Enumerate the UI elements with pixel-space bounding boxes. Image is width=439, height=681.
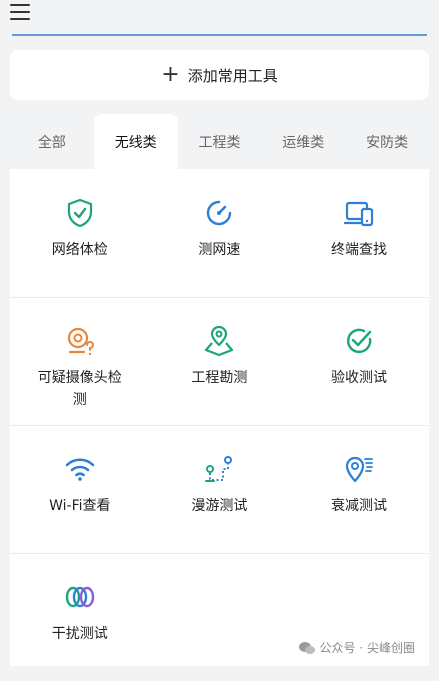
add-common-tool-button[interactable]: + 添加常用工具 (10, 50, 429, 100)
tab-security[interactable]: 安防类 (345, 114, 429, 169)
tool-device-finder[interactable]: 终端查找 (289, 169, 429, 297)
wifi-icon (65, 458, 95, 481)
menu-icon[interactable] (10, 4, 30, 20)
category-tabs: 全部 无线类 工程类 运维类 安防类 (10, 114, 429, 169)
wechat-icon (298, 641, 315, 654)
tool-interference-test[interactable]: 干扰测试 (10, 553, 150, 681)
tools-panel: 网络体检 测网速 终端查找 可疑摄像头检测 工程勘测 验收测试 Wi-Fi查看 … (10, 169, 429, 666)
tool-label: 衰减测试 (330, 498, 387, 514)
tool-row: Wi-Fi查看 漫游测试 衰减测试 (10, 425, 429, 554)
tool-label: 测网速 (198, 242, 241, 258)
tool-label: 漫游测试 (191, 498, 248, 514)
shield-check-icon (67, 198, 92, 228)
tool-site-survey[interactable]: 工程勘测 (150, 297, 290, 425)
tool-row: 网络体检 测网速 终端查找 (10, 169, 429, 298)
tool-acceptance-test[interactable]: 验收测试 (289, 297, 429, 425)
tab-operations[interactable]: 运维类 (261, 114, 345, 169)
interference-rings-icon (65, 586, 94, 608)
tab-all[interactable]: 全部 (10, 114, 94, 169)
tool-label: 工程勘测 (191, 370, 248, 386)
tool-row: 干扰测试 (10, 553, 429, 681)
check-circle-icon (346, 328, 372, 354)
tool-wifi-view[interactable]: Wi-Fi查看 (10, 425, 150, 553)
watermark-text: 公众号 · 尖峰创圈 (319, 641, 415, 655)
tool-camera-detect[interactable]: 可疑摄像头检测 (10, 297, 150, 425)
tool-label: 网络体检 (51, 242, 108, 258)
tool-label: 终端查找 (330, 242, 387, 258)
tool-label: 验收测试 (330, 370, 387, 386)
search-underline (12, 34, 427, 36)
tab-wireless[interactable]: 无线类 (93, 114, 178, 169)
watermark: 公众号 · 尖峰创圈 (298, 639, 415, 656)
tool-roaming-test[interactable]: 漫游测试 (150, 425, 290, 553)
tool-label: Wi-Fi查看 (49, 498, 111, 514)
tool-row: 可疑摄像头检测 工程勘测 验收测试 (10, 297, 429, 426)
tool-label: 干扰测试 (51, 626, 108, 642)
roaming-path-icon (205, 456, 233, 482)
signal-pin-icon (345, 456, 373, 483)
map-pin-icon (205, 325, 234, 357)
tool-network-check[interactable]: 网络体检 (10, 169, 150, 297)
tool-label: 可疑摄像头检测 (37, 370, 122, 408)
add-common-tool-label: 添加常用工具 (187, 66, 278, 85)
tool-speed-test[interactable]: 测网速 (150, 169, 290, 297)
speedometer-icon (207, 200, 232, 226)
plus-icon: + (161, 62, 180, 87)
devices-icon (343, 201, 374, 227)
camera-question-icon (67, 327, 94, 356)
tab-engineering[interactable]: 工程类 (178, 114, 262, 169)
tool-attenuation-test[interactable]: 衰减测试 (289, 425, 429, 553)
top-bar (0, 0, 439, 38)
